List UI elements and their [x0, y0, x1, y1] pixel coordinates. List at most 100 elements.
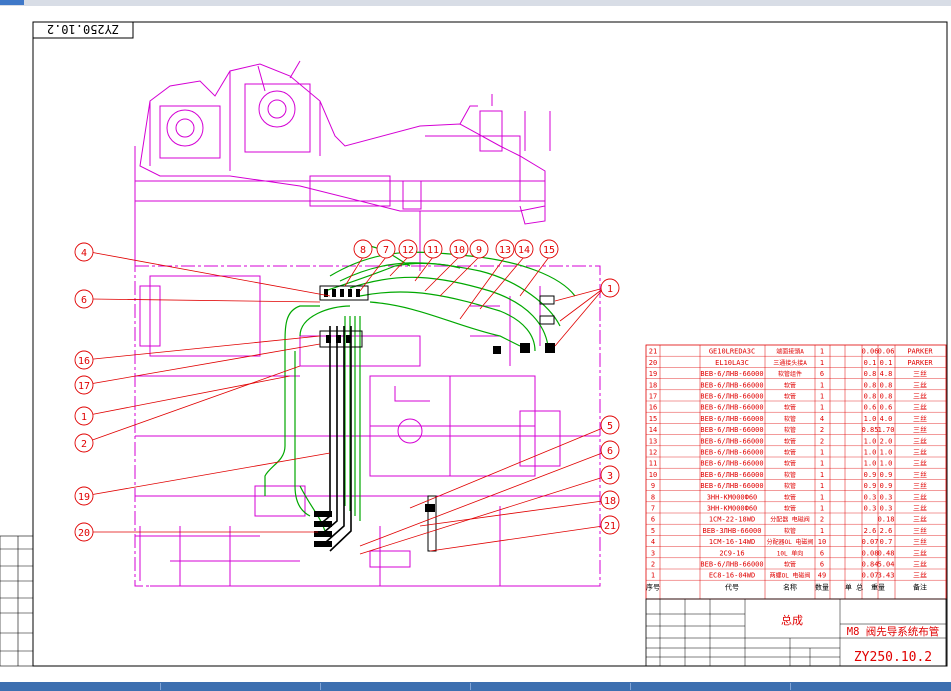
- bom-cell-w1: 0.85: [862, 426, 879, 434]
- bom-cell-note: 三丝: [913, 414, 927, 423]
- callout-10-top: 10: [453, 245, 465, 256]
- black-tube-bundle: [317, 326, 352, 552]
- bom-cell-note: 三丝: [913, 369, 927, 378]
- bom-cell-qty: 2: [820, 437, 824, 445]
- bom-cell-code: GE10LREDA3C: [709, 348, 755, 356]
- bom-cell-qty: 49: [818, 572, 826, 580]
- bom-cell-w1: 0.9: [864, 471, 877, 479]
- status-divider: [320, 683, 321, 690]
- callout-5: 5: [607, 421, 613, 432]
- machine-structure: [134, 60, 601, 587]
- bom-cell-no: 8: [651, 493, 655, 501]
- bom-cell-code: 2C9-16: [719, 549, 744, 557]
- active-tab-indicator[interactable]: [0, 0, 24, 5]
- bom-cell-w1: 0.3: [864, 505, 877, 513]
- bom-cell-code: ВЕВ-6/ЛНВ-66000: [700, 561, 763, 569]
- bom-cell-qty: 1: [820, 449, 824, 457]
- bom-cell-code: ВЕВ-6/ЛНВ-66000: [700, 471, 763, 479]
- bom-cell-qty: 6: [820, 549, 824, 557]
- bom-cell-qty: 1: [820, 348, 824, 356]
- callout-4: 4: [81, 248, 87, 259]
- bom-cell-code: ВЕВ-6/ЛНВ-66000: [700, 404, 763, 412]
- bom-cell-qty: 1: [820, 404, 824, 412]
- bom-cell-name: 软管: [784, 437, 796, 445]
- bom-cell-w2: 0.7: [880, 538, 893, 546]
- bom-cell-name: 软管: [784, 449, 796, 457]
- bom-cell-qty: 1: [820, 482, 824, 490]
- bom-cell-note: 三丝: [913, 504, 927, 513]
- bom-cell-w2: 0.3: [880, 493, 893, 501]
- callout-9: 9: [476, 245, 482, 256]
- bom-cell-no: 17: [649, 393, 657, 401]
- bom-cell-w2: 0.48: [878, 549, 895, 557]
- bom-cell-qty: 1: [820, 359, 824, 367]
- bom-cell-note: 三丝: [913, 403, 927, 412]
- callout-11: 11: [427, 245, 439, 256]
- bom-cell-code: ВЕВ-6/ЛНВ-66000: [700, 460, 763, 468]
- bom-cell-w2: 0.3: [880, 505, 893, 513]
- bom-cell-no: 10: [649, 471, 657, 479]
- bom-cell-w1: 2.6: [864, 527, 877, 535]
- bom-cell-qty: 6: [820, 561, 824, 569]
- bom-cell-note: 三丝: [913, 380, 927, 389]
- bom-cell-qty: 6: [820, 370, 824, 378]
- assembly-label: 总成: [781, 613, 803, 627]
- bom-cell-no: 7: [651, 505, 655, 513]
- bom-cell-name: 软管: [784, 471, 796, 479]
- bom-header-unit: 单 总: [845, 582, 863, 591]
- bom-cell-no: 11: [649, 460, 657, 468]
- bom-cell-note: 三丝: [913, 515, 927, 524]
- bom-cell-name: 软管: [784, 460, 796, 468]
- bom-cell-w1: 0.8: [864, 370, 877, 378]
- bom-cell-no: 15: [649, 415, 657, 423]
- bom-cell-w1: 0.9: [864, 482, 877, 490]
- bom-cell-note: PARKER: [907, 348, 933, 356]
- bom-cell-w2: 0.9: [880, 482, 893, 490]
- callout-15: 15: [543, 245, 555, 256]
- bom-cell-w2: 0.8: [880, 393, 893, 401]
- bom-cell-w1: 0.6: [864, 404, 877, 412]
- left-margin-table: [0, 535, 34, 667]
- bom-header-weight: 重量: [871, 583, 885, 591]
- bom-cell-w2: 0.8: [880, 381, 893, 389]
- bom-cell-code: ЗНН-КМ000Ф60: [707, 493, 758, 501]
- bom-cell-no: 13: [649, 437, 657, 445]
- bom-cell-note: PARKER: [907, 359, 933, 367]
- bom-cell-no: 3: [651, 549, 655, 557]
- bom-cell-no: 19: [649, 370, 657, 378]
- callout-1-left: 1: [81, 412, 87, 423]
- bom-cell-note: 三丝: [913, 548, 927, 557]
- bom-header-no: 序号: [646, 582, 660, 591]
- bom-cell-note: 三丝: [913, 392, 927, 401]
- leader-lines: [83, 251, 611, 555]
- bom-cell-w1: 0.1: [864, 359, 877, 367]
- status-divider: [470, 683, 471, 690]
- bom-cell-note: 三丝: [913, 492, 927, 501]
- status-divider: [630, 683, 631, 690]
- bom-cell-name: 软管: [784, 482, 796, 490]
- bom-cell-code: 1CM-16-14WD: [709, 538, 755, 546]
- bom-table: 21 GE10LREDA3C 端面接頭A 1 0.06 0.06 PARKER20 EL10L…: [645, 344, 947, 600]
- bom-cell-no: 18: [649, 381, 657, 389]
- bom-header-name: 名称: [783, 582, 797, 591]
- bom-cell-code: ВЕВ-6/ЛНВ-66000: [700, 381, 763, 389]
- callout-12: 12: [402, 245, 414, 256]
- bom-cell-name: 软管: [784, 527, 796, 535]
- bom-cell-name: 软管: [784, 381, 796, 389]
- bom-cell-note: 三丝: [913, 571, 927, 580]
- bom-cell-w2: 1.70: [878, 426, 895, 434]
- bom-cell-no: 6: [651, 516, 655, 524]
- callout-20: 20: [78, 528, 90, 539]
- bom-cell-name: 软管组件: [778, 370, 802, 378]
- cad-drawing-canvas[interactable]: ZY250.10.2 4 6 16 17 1 2 19 20 8 7 12 11…: [0, 6, 951, 682]
- callout-6-left: 6: [81, 295, 87, 306]
- bom-cell-qty: 1: [820, 527, 824, 535]
- callout-14: 14: [518, 245, 530, 256]
- bom-cell-no: 16: [649, 404, 657, 412]
- bom-cell-w2: 1.0: [880, 460, 893, 468]
- bom-cell-name: 分配器 电磁阀: [770, 516, 810, 524]
- bom-cell-name: 软管: [784, 561, 796, 569]
- bom-cell-w1: 0.07: [862, 538, 879, 546]
- callout-13: 13: [499, 245, 511, 256]
- bom-cell-note: 三丝: [913, 470, 927, 479]
